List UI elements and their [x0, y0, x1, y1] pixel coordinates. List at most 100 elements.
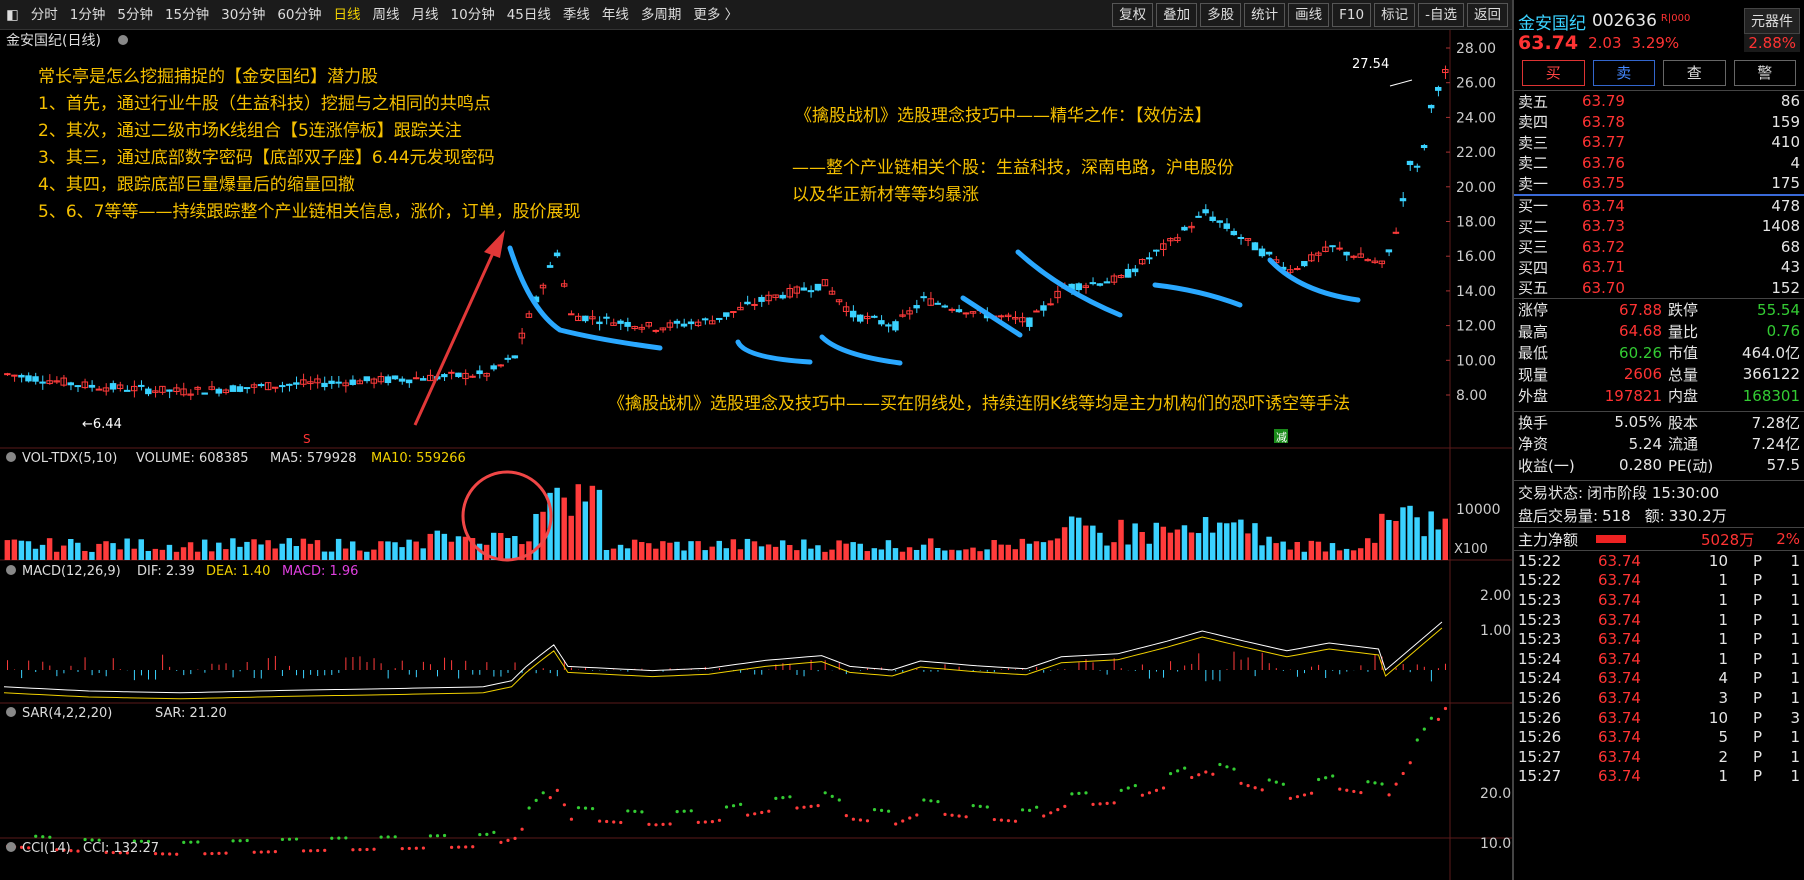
quote-panel: 金安国纪 002636 R|000 元器件 63.74 2.03 3.29% 2…: [1512, 0, 1804, 880]
period-tab[interactable]: 60分钟: [271, 0, 327, 30]
query-button[interactable]: 查: [1663, 60, 1726, 86]
sar-dot: [372, 847, 376, 851]
sidebar-toggle-icon[interactable]: ◧: [0, 0, 25, 30]
candle-body: [1399, 198, 1407, 202]
tick-row: 15:27 63.74 1 P 1: [1514, 767, 1804, 787]
stat-label: 股本: [1668, 413, 1699, 432]
sar-dot: [1408, 761, 1412, 765]
sar-dot: [1183, 766, 1187, 770]
chart-title: 金安国纪(日线): [6, 33, 101, 49]
stat-value: 7.28亿: [1751, 413, 1800, 432]
tool-button[interactable]: -自选: [1418, 2, 1464, 27]
stat-value: 464.0亿: [1742, 344, 1800, 363]
bid-book: 买一 63.74 478 买二 63.73 1408 买三 63.72 68 买四 63.71 43 买…: [1514, 193, 1804, 299]
sar-dot: [922, 798, 926, 802]
period-tab[interactable]: 10分钟: [445, 0, 501, 30]
tool-button[interactable]: 标记: [1374, 2, 1416, 27]
sar-dot: [393, 835, 397, 839]
tool-button[interactable]: 返回: [1467, 2, 1508, 27]
sar-dot: [1443, 706, 1448, 711]
tool-button[interactable]: 叠加: [1156, 2, 1198, 27]
sar-dot: [457, 845, 461, 849]
period-tab[interactable]: 周线: [367, 0, 406, 30]
period-tab[interactable]: 更多 〉: [687, 0, 744, 30]
chevron-down-icon[interactable]: [6, 452, 16, 462]
volume-bar: [1146, 543, 1152, 560]
tick-price: 63.74: [1598, 747, 1641, 766]
sar-dot: [1013, 819, 1018, 823]
sar-dot: [731, 804, 736, 808]
bid-row: 买一 63.74 478: [1514, 196, 1804, 217]
sar-dot: [449, 845, 454, 849]
period-tab[interactable]: 分时: [25, 0, 64, 30]
candle-body: [687, 321, 695, 325]
tick-volume: 1: [1718, 630, 1728, 649]
volume-bar: [180, 547, 187, 560]
tick-list[interactable]: 15:22 63.74 10 P 1 15:22 63.74 1 P 1 15:23 63.74 1 P 1…: [1514, 550, 1804, 786]
ask-row: 卖一 63.75 175: [1514, 173, 1804, 194]
volume-bar: [1167, 532, 1174, 560]
annotation-arrow: [413, 241, 500, 426]
sell-button[interactable]: 卖: [1592, 60, 1655, 86]
tool-button[interactable]: 统计: [1244, 2, 1286, 27]
volume-bar: [984, 549, 990, 560]
candle-body: [814, 283, 822, 291]
cci-label: CCI(14): [22, 841, 71, 856]
volume-bar: [209, 551, 215, 560]
volume-bar: [1252, 523, 1258, 560]
candle-body: [25, 375, 32, 382]
period-tab[interactable]: 5分钟: [111, 0, 159, 30]
period-tab[interactable]: 30分钟: [215, 0, 271, 30]
sar-dot: [1436, 717, 1441, 721]
reduce-marker: 减: [1276, 431, 1287, 444]
sar-dot: [872, 808, 877, 812]
flow-value: 5028万: [1701, 530, 1755, 549]
buy-button[interactable]: 买: [1522, 60, 1585, 86]
volume-bar: [427, 533, 433, 560]
tick-row: 15:22 63.74 1 P 1: [1514, 571, 1804, 591]
tick-row: 15:26 63.74 5 P 1: [1514, 727, 1804, 747]
sar-dot: [1027, 808, 1032, 813]
level-price: 63.74: [1582, 196, 1625, 215]
period-tab[interactable]: 日线: [328, 0, 367, 30]
chevron-down-icon[interactable]: [6, 707, 16, 717]
candle-body: [398, 378, 406, 382]
level-price: 63.70: [1582, 278, 1625, 297]
trend-annotation-line: [735, 339, 813, 365]
period-tab[interactable]: 1分钟: [64, 0, 112, 30]
sar-dot: [175, 852, 179, 856]
sar-dot: [809, 804, 813, 809]
period-tab[interactable]: 月线: [406, 0, 445, 30]
period-tab[interactable]: 45日线: [501, 0, 557, 30]
period-tab[interactable]: 多周期: [635, 0, 688, 30]
period-tab[interactable]: 年线: [596, 0, 635, 30]
sar-dot: [1176, 769, 1180, 773]
tick-count: 1: [1790, 688, 1800, 707]
tool-button[interactable]: 复权: [1112, 2, 1154, 27]
sar-dot: [1401, 771, 1405, 776]
volume-bar: [653, 548, 659, 560]
tool-button[interactable]: 多股: [1200, 2, 1242, 27]
volume-bar: [335, 538, 342, 560]
tool-button[interactable]: F10: [1332, 2, 1372, 27]
sar-dot: [1295, 795, 1300, 799]
sar-dot: [1267, 778, 1271, 782]
sector-tag[interactable]: 元器件: [1744, 8, 1800, 34]
tick-time: 15:26: [1518, 728, 1562, 747]
stat-value: 55.54: [1757, 300, 1800, 319]
stat-row: 现量 2606 总量 366122: [1514, 364, 1804, 386]
chevron-down-icon[interactable]: [6, 565, 16, 575]
chevron-down-icon[interactable]: [118, 35, 128, 45]
volume-bar: [681, 550, 687, 560]
sar-dot: [316, 848, 320, 853]
tick-side: P: [1752, 649, 1762, 668]
alert-button[interactable]: 警: [1733, 60, 1796, 86]
period-tab[interactable]: 15分钟: [159, 0, 215, 30]
tool-button[interactable]: 画线: [1288, 2, 1330, 27]
volume-bar: [1068, 516, 1075, 560]
candle-body: [955, 309, 963, 313]
period-tab[interactable]: 季线: [557, 0, 596, 30]
sar-dot: [527, 806, 531, 810]
stat-label: 最低: [1518, 344, 1549, 363]
chevron-down-icon[interactable]: [6, 842, 16, 852]
